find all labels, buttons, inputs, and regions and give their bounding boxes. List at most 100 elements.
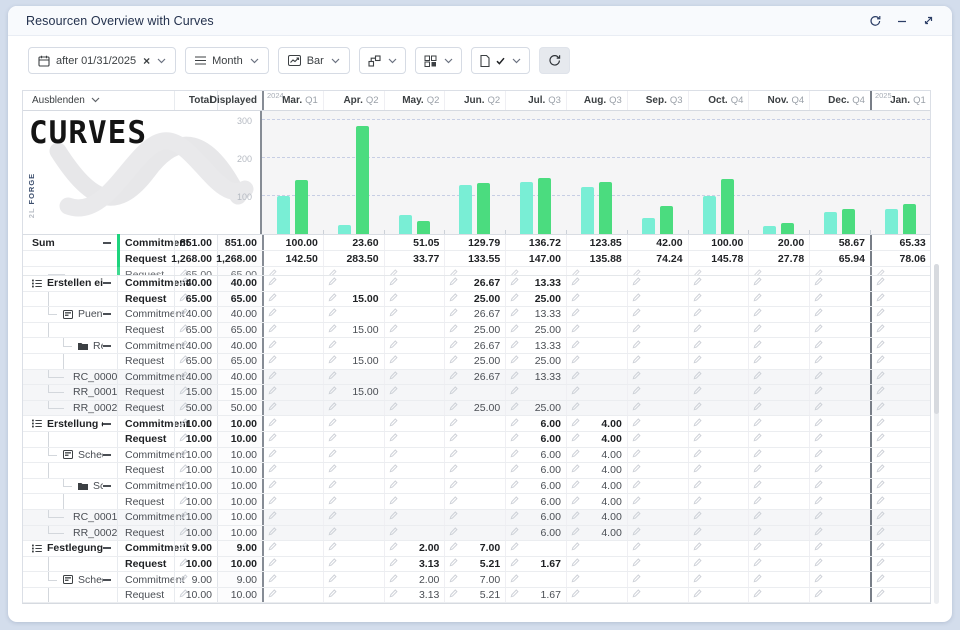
edit-icon[interactable]	[510, 402, 519, 414]
edit-icon[interactable]	[179, 324, 188, 336]
edit-icon[interactable]	[876, 418, 885, 430]
edit-icon[interactable]	[510, 558, 519, 570]
edit-icon[interactable]	[571, 277, 580, 289]
edit-icon[interactable]	[632, 402, 641, 414]
edit-icon[interactable]	[814, 269, 823, 277]
edit-icon[interactable]	[876, 527, 885, 539]
edit-icon[interactable]	[510, 355, 519, 367]
collapse-icon[interactable]	[103, 345, 111, 347]
edit-icon[interactable]	[693, 480, 702, 492]
edit-icon[interactable]	[449, 464, 458, 476]
edit-icon[interactable]	[389, 433, 398, 445]
refresh-data-button[interactable]	[539, 47, 570, 74]
edit-icon[interactable]	[389, 464, 398, 476]
edit-icon[interactable]	[693, 418, 702, 430]
edit-icon[interactable]	[876, 480, 885, 492]
edit-icon[interactable]	[632, 527, 641, 539]
edit-icon[interactable]	[814, 542, 823, 554]
edit-icon[interactable]	[753, 542, 762, 554]
edit-icon[interactable]	[268, 418, 277, 430]
edit-icon[interactable]	[814, 449, 823, 461]
edit-icon[interactable]	[328, 433, 337, 445]
edit-icon[interactable]	[571, 589, 580, 601]
edit-icon[interactable]	[693, 527, 702, 539]
edit-icon[interactable]	[389, 449, 398, 461]
edit-icon[interactable]	[693, 558, 702, 570]
edit-icon[interactable]	[632, 386, 641, 398]
edit-icon[interactable]	[693, 496, 702, 508]
edit-icon[interactable]	[449, 293, 458, 305]
edit-icon[interactable]	[632, 589, 641, 601]
edit-icon[interactable]	[449, 308, 458, 320]
edit-icon[interactable]	[876, 371, 885, 383]
edit-icon[interactable]	[328, 308, 337, 320]
collapse-icon[interactable]	[103, 423, 111, 425]
edit-icon[interactable]	[179, 480, 188, 492]
collapse-icon[interactable]	[103, 485, 111, 487]
edit-icon[interactable]	[571, 433, 580, 445]
edit-icon[interactable]	[693, 402, 702, 414]
edit-icon[interactable]	[179, 402, 188, 414]
edit-icon[interactable]	[328, 527, 337, 539]
edit-icon[interactable]	[753, 293, 762, 305]
edit-icon[interactable]	[268, 542, 277, 554]
edit-icon[interactable]	[814, 589, 823, 601]
table-row[interactable]: Schedule SP…Commitment9.009.002.007.00	[23, 572, 930, 588]
edit-icon[interactable]	[814, 308, 823, 320]
edit-icon[interactable]	[449, 449, 458, 461]
edit-icon[interactable]	[179, 589, 188, 601]
edit-icon[interactable]	[753, 574, 762, 586]
edit-icon[interactable]	[693, 449, 702, 461]
edit-icon[interactable]	[389, 511, 398, 523]
edit-icon[interactable]	[268, 496, 277, 508]
edit-icon[interactable]	[449, 433, 458, 445]
edit-icon[interactable]	[571, 527, 580, 539]
edit-icon[interactable]	[876, 542, 885, 554]
edit-icon[interactable]	[179, 355, 188, 367]
edit-icon[interactable]	[328, 496, 337, 508]
edit-icon[interactable]	[753, 480, 762, 492]
edit-icon[interactable]	[389, 527, 398, 539]
edit-icon[interactable]	[632, 340, 641, 352]
edit-icon[interactable]	[876, 269, 885, 277]
edit-icon[interactable]	[814, 433, 823, 445]
edit-icon[interactable]	[268, 589, 277, 601]
edit-icon[interactable]	[328, 386, 337, 398]
edit-icon[interactable]	[179, 558, 188, 570]
edit-icon[interactable]	[389, 340, 398, 352]
edit-icon[interactable]	[753, 511, 762, 523]
edit-icon[interactable]	[632, 542, 641, 554]
interval-select[interactable]: Month	[185, 47, 269, 74]
edit-icon[interactable]	[571, 324, 580, 336]
edit-icon[interactable]	[179, 542, 188, 554]
edit-icon[interactable]	[510, 340, 519, 352]
edit-icon[interactable]	[328, 542, 337, 554]
edit-icon[interactable]	[328, 355, 337, 367]
edit-icon[interactable]	[328, 511, 337, 523]
edit-icon[interactable]	[179, 308, 188, 320]
edit-icon[interactable]	[389, 496, 398, 508]
edit-icon[interactable]	[753, 433, 762, 445]
edit-icon[interactable]	[693, 386, 702, 398]
edit-icon[interactable]	[814, 386, 823, 398]
edit-icon[interactable]	[328, 371, 337, 383]
edit-icon[interactable]	[510, 480, 519, 492]
collapse-icon[interactable]	[103, 242, 111, 244]
edit-icon[interactable]	[814, 324, 823, 336]
table-row[interactable]: RC_00006Commitment40.0040.0026.6713.33	[23, 370, 930, 386]
edit-icon[interactable]	[632, 574, 641, 586]
edit-icon[interactable]	[328, 480, 337, 492]
table-row[interactable]: RR_00026Request10.0010.006.004.00	[23, 526, 930, 542]
sum-row[interactable]: Request1,268.001,268.00142.50283.5033.77…	[23, 251, 930, 267]
edit-icon[interactable]	[449, 277, 458, 289]
table-row[interactable]: Request10.0010.006.004.00	[23, 494, 930, 510]
edit-icon[interactable]	[876, 589, 885, 601]
edit-icon[interactable]	[268, 464, 277, 476]
edit-icon[interactable]	[179, 433, 188, 445]
edit-icon[interactable]	[449, 511, 458, 523]
edit-icon[interactable]	[179, 418, 188, 430]
edit-icon[interactable]	[449, 574, 458, 586]
table-row[interactable]: Request10.0010.003.135.211.67	[23, 588, 930, 604]
edit-icon[interactable]	[268, 324, 277, 336]
table-row[interactable]: RR_00010Request15.0015.0015.00	[23, 385, 930, 401]
